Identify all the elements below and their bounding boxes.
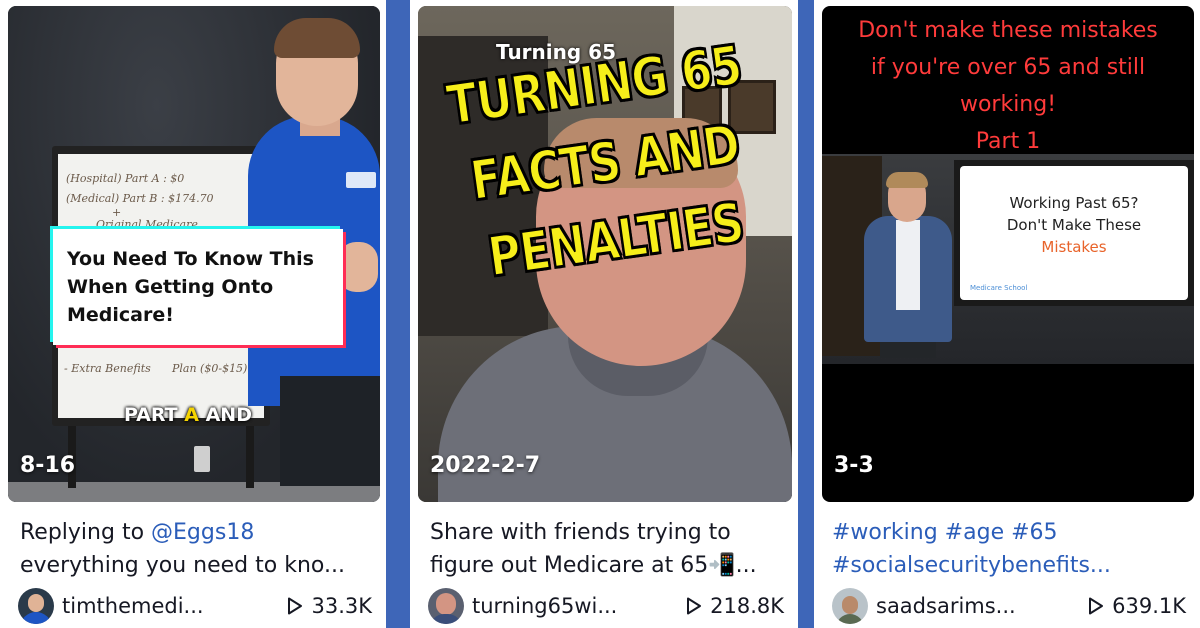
screen-line-accent: Mistakes [1041,238,1107,256]
screen-line: Working Past 65? [1009,194,1139,212]
caption-box: You Need To Know This When Getting Onto … [53,229,343,345]
play-outline-icon [288,597,303,615]
view-count-value: 33.3K [311,594,372,618]
play-outline-icon [687,597,702,615]
presenter-pants [280,376,380,486]
board-note: - Extra Benefits [64,362,151,375]
view-count-value: 218.8K [710,594,784,618]
username-link[interactable]: saadsarims... [876,594,1016,618]
subtitle-part: PART [124,404,185,426]
description-line: Share with friends trying to [430,520,731,545]
video-thumbnail[interactable]: Turning 65 TURNING 65 FACTS AND PENALTIE… [418,6,792,502]
easel-leg [246,418,254,488]
description-line: figure out Medicare at 65📲... [430,553,757,578]
date-badge: 2022-2-7 [430,453,541,478]
view-count: 639.1K [1088,594,1186,618]
video-thumbnail[interactable]: (Hospital) Part A : $0 (Medical) Part B … [8,6,380,502]
video-card-2[interactable]: Turning 65 TURNING 65 FACTS AND PENALTIE… [410,0,798,628]
date-badge: 3-3 [834,453,874,478]
wall-outlet [194,446,210,472]
avatar[interactable] [832,588,868,624]
hashtag-line[interactable]: #socialsecuritybenefits... [832,549,1186,582]
hashtag-line[interactable]: #working #age #65 [832,516,1186,549]
username-link[interactable]: timthemedi... [62,594,204,618]
description-text: Replying to [20,520,152,545]
presenter-hair [274,18,360,58]
video-description[interactable]: Share with friends trying to figure out … [430,516,784,582]
presenter-hair [886,172,928,188]
overlay-title: Don't make these mistakes if you're over… [822,12,1194,160]
title-line: working! [959,92,1057,117]
overlay-headline: TURNING 65 FACTS AND PENALTIES [442,26,769,299]
description-line: Replying to @Eggs18 [20,516,372,549]
date-badge: 8-16 [20,453,76,478]
subtitle-highlight: A [184,404,199,426]
video-description[interactable]: Replying to @Eggs18 everything you need … [20,516,372,582]
title-line: Don't make these mistakes [858,18,1158,43]
video-description[interactable]: #working #age #65 #socialsecuritybenefit… [832,516,1186,582]
view-count: 33.3K [287,594,372,618]
video-card-1[interactable]: (Hospital) Part A : $0 (Medical) Part B … [0,0,386,628]
video-meta: turning65wi... 218.8K [428,588,784,624]
screen-brand: Medicare School [970,284,1028,292]
video-card-3[interactable]: Don't make these mistakes if you're over… [814,0,1200,628]
subtitle-part: AND [198,404,252,426]
board-note: Plan ($0-$15) [172,362,248,375]
play-outline-icon [1089,597,1104,615]
shirt-logo [346,172,376,188]
view-count-value: 639.1K [1112,594,1186,618]
presenter-shirt [896,220,920,310]
video-meta: saadsarims... 639.1K [832,588,1186,624]
board-note: (Medical) Part B : $174.70 [66,192,214,205]
board-note: (Hospital) Part A : $0 [66,172,185,185]
video-meta: timthemedi... 33.3K [18,588,372,624]
video-thumbnail[interactable]: Don't make these mistakes if you're over… [822,6,1194,502]
avatar[interactable] [428,588,464,624]
subtitle-text: PART A AND [124,404,252,426]
screen-line: Don't Make These [1006,216,1142,234]
avatar[interactable] [18,588,54,624]
view-count: 218.8K [686,594,784,618]
description-line: everything you need to kno... [20,553,345,578]
title-line: if you're over 65 and still [870,55,1146,80]
username-link[interactable]: turning65wi... [472,594,617,618]
mention-link[interactable]: @Eggs18 [151,520,254,545]
tv-screen: Working Past 65? Don't Make These Mistak… [960,166,1188,300]
